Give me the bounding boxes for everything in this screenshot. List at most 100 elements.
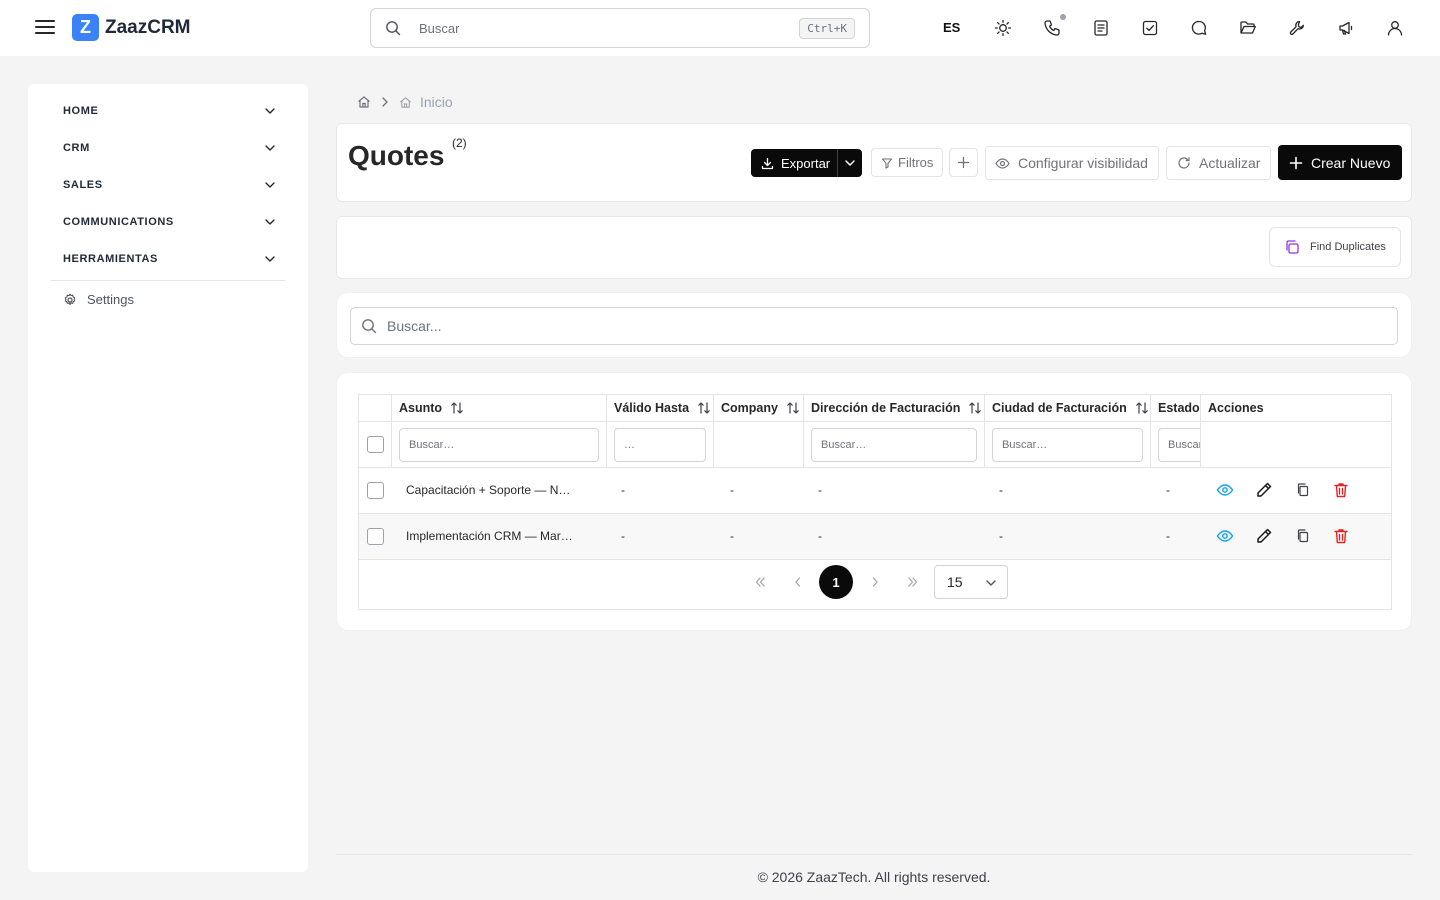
- export-button[interactable]: Exportar: [751, 149, 837, 177]
- user-icon[interactable]: [1386, 19, 1404, 37]
- sort-icon[interactable]: [786, 401, 800, 415]
- filters-button[interactable]: Filtros: [871, 148, 943, 177]
- sidebar-item-label: HERRAMIENTAS: [63, 253, 158, 265]
- trash-icon[interactable]: [1332, 527, 1350, 545]
- row-checkbox[interactable]: [367, 482, 384, 499]
- search-panel: [336, 292, 1412, 358]
- language-switcher[interactable]: ES: [943, 20, 960, 35]
- footer-copyright: © 2026 ZaazTech. All rights reserved.: [757, 869, 991, 885]
- tasks-icon[interactable]: [1141, 19, 1159, 37]
- sort-icon[interactable]: [1135, 401, 1148, 415]
- global-search[interactable]: Ctrl+K: [370, 8, 870, 48]
- chevron-down-icon: [265, 182, 275, 188]
- cell-direccion: -: [818, 529, 822, 543]
- plus-icon: [1289, 156, 1303, 169]
- footer-divider: [336, 854, 1412, 855]
- cell-direccion: -: [818, 483, 822, 497]
- filters-label: Filtros: [898, 155, 934, 170]
- sun-icon[interactable]: [994, 19, 1012, 37]
- table-search-input[interactable]: [387, 316, 1377, 336]
- chevron-down-icon: [845, 160, 855, 166]
- column-header-label: Dirección de Facturación: [811, 401, 961, 415]
- page-size-value: 15: [947, 574, 963, 590]
- filter-direccion-input[interactable]: [811, 428, 977, 462]
- breadcrumb-current[interactable]: Inicio: [420, 94, 453, 110]
- column-header-label: Válido Hasta: [614, 401, 690, 415]
- refresh-button[interactable]: Actualizar: [1166, 146, 1271, 180]
- cell-valido-hasta: -: [621, 483, 625, 497]
- column-header-direccion-facturacion[interactable]: Dirección de Facturación: [811, 395, 982, 421]
- notes-icon[interactable]: [1092, 19, 1110, 37]
- pagination: 1 15: [743, 565, 1013, 599]
- edit-icon[interactable]: [1255, 527, 1273, 545]
- sidebar-item-label: CRM: [63, 142, 90, 154]
- next-page-icon[interactable]: [858, 565, 892, 599]
- visibility-settings-button[interactable]: Configurar visibilidad: [985, 146, 1159, 180]
- megaphone-icon[interactable]: [1337, 19, 1355, 37]
- filter-estado-input[interactable]: [1158, 428, 1200, 462]
- chevron-down-icon: [265, 219, 275, 225]
- visibility-label: Configurar visibilidad: [1018, 155, 1148, 171]
- filter-asunto-input[interactable]: [399, 428, 599, 462]
- add-filter-button[interactable]: [949, 148, 978, 177]
- page-button-current[interactable]: 1: [819, 565, 853, 599]
- sort-icon[interactable]: [697, 401, 711, 415]
- column-header-valido-hasta[interactable]: Válido Hasta: [614, 395, 711, 421]
- hamburger-menu-icon[interactable]: [34, 16, 56, 38]
- cell-asunto[interactable]: Implementación CRM — Mar…: [406, 529, 600, 543]
- search-icon: [361, 318, 377, 334]
- chat-icon[interactable]: [1190, 19, 1208, 37]
- refresh-icon: [1178, 157, 1190, 169]
- wrench-icon[interactable]: [1288, 19, 1306, 37]
- sidebar-item-settings[interactable]: Settings: [63, 292, 134, 307]
- breadcrumb: Inicio: [357, 94, 453, 110]
- page-size-select[interactable]: 15: [934, 565, 1008, 599]
- last-page-icon[interactable]: [896, 565, 930, 599]
- table-search[interactable]: [350, 307, 1398, 345]
- export-label: Exportar: [781, 155, 831, 171]
- refresh-label: Actualizar: [1199, 155, 1261, 171]
- column-header-ciudad-facturacion[interactable]: Ciudad de Facturación: [992, 395, 1148, 421]
- sidebar-item-herramientas[interactable]: HERRAMIENTAS: [50, 244, 286, 274]
- cell-ciudad: -: [999, 483, 1003, 497]
- folder-icon[interactable]: [1239, 19, 1257, 37]
- cell-valido-hasta: -: [621, 529, 625, 543]
- row-checkbox[interactable]: [367, 528, 384, 545]
- sidebar-item-communications[interactable]: COMMUNICATIONS: [50, 207, 286, 237]
- view-icon[interactable]: [1216, 527, 1234, 545]
- select-all-checkbox[interactable]: [367, 436, 384, 453]
- sort-icon[interactable]: [450, 401, 464, 415]
- copy-duplicates-icon: [1286, 240, 1299, 254]
- sort-icon[interactable]: [968, 401, 982, 415]
- phone-icon[interactable]: [1043, 19, 1061, 37]
- create-new-button[interactable]: Crear Nuevo: [1278, 145, 1402, 180]
- filter-icon: [881, 157, 893, 169]
- trash-icon[interactable]: [1332, 481, 1350, 499]
- duplicate-icon[interactable]: [1294, 481, 1312, 499]
- app-logo[interactable]: Z ZaazCRM: [72, 14, 191, 41]
- column-header-estado[interactable]: Estado: [1158, 395, 1200, 421]
- page-title: Quotes: [348, 140, 445, 171]
- cell-asunto[interactable]: Capacitación + Soporte — N…: [406, 483, 600, 497]
- home-icon[interactable]: [357, 95, 371, 109]
- view-icon[interactable]: [1216, 481, 1234, 499]
- filter-valido-hasta-input[interactable]: [614, 428, 706, 462]
- export-dropdown-button[interactable]: [837, 149, 862, 177]
- quotes-table-card: Asunto Válido Hasta Company Dirección de…: [336, 372, 1412, 631]
- sidebar-item-crm[interactable]: CRM: [50, 133, 286, 163]
- cell-estado: -: [1166, 529, 1170, 543]
- first-page-icon[interactable]: [743, 565, 777, 599]
- page-header: Quotes (2) Exportar Filtros Configurar v…: [336, 123, 1412, 202]
- edit-icon[interactable]: [1255, 481, 1273, 499]
- column-header-asunto[interactable]: Asunto: [399, 395, 604, 421]
- global-search-input[interactable]: [419, 17, 799, 39]
- find-duplicates-button[interactable]: Find Duplicates: [1269, 227, 1401, 267]
- create-new-label: Crear Nuevo: [1311, 154, 1391, 171]
- previous-page-icon[interactable]: [781, 565, 815, 599]
- sidebar-item-home[interactable]: HOME: [50, 96, 286, 126]
- sidebar-item-sales[interactable]: SALES: [50, 170, 286, 200]
- filter-ciudad-input[interactable]: [992, 428, 1143, 462]
- column-header-company[interactable]: Company: [721, 395, 801, 421]
- duplicate-icon[interactable]: [1294, 527, 1312, 545]
- gear-icon: [64, 293, 76, 305]
